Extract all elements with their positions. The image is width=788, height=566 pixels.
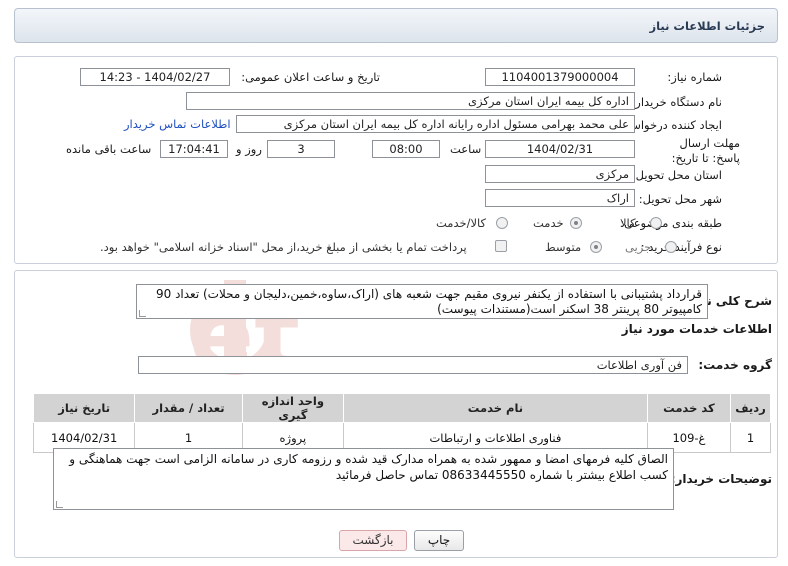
province-label: استان محل تحویل: — [631, 168, 722, 182]
category-goods-service-label: کالا/خدمت — [436, 216, 487, 230]
process-medium-label: متوسط — [545, 240, 582, 254]
need-number-field[interactable]: 1104001379000004 — [485, 68, 635, 86]
deadline-time-label: ساعت — [450, 142, 482, 156]
category-radio-goods-service[interactable] — [496, 217, 508, 229]
city-label: شهر محل تحویل: — [638, 192, 722, 206]
category-service-label: خدمت — [533, 216, 564, 230]
service-group-field[interactable]: فن آوری اطلاعات — [138, 356, 688, 374]
resize-grip-icon[interactable] — [56, 501, 63, 508]
buyer-org-label: نام دستگاه خریدار: — [631, 95, 722, 109]
col-quantity: تعداد / مقدار — [134, 393, 243, 423]
resize-grip-icon[interactable] — [139, 310, 146, 317]
back-button[interactable]: بازگشت — [339, 530, 407, 551]
announce-datetime-field[interactable]: 1404/02/27 - 14:23 — [80, 68, 230, 86]
col-need-date: تاریخ نیاز — [32, 393, 136, 423]
category-radio-goods[interactable] — [650, 217, 662, 229]
category-goods-label: کالا — [620, 216, 636, 230]
province-field[interactable]: مرکزی — [485, 165, 635, 183]
city-field[interactable]: اراک — [485, 189, 635, 207]
print-button[interactable]: چاپ — [414, 530, 464, 551]
buyer-notes-label: توضیحات خریدار: — [670, 472, 772, 486]
service-group-label: گروه خدمت: — [698, 358, 772, 372]
buyer-notes-textarea[interactable]: الصاق کلیه فرمهای امضا و ممهور شده به هم… — [53, 448, 674, 510]
deadline-date-field[interactable]: 1404/02/31 — [485, 140, 635, 158]
deadline-label: مهلت ارسال پاسخ: تا تاریخ: — [671, 136, 740, 165]
process-radio-medium[interactable] — [590, 241, 602, 253]
time-remaining-field[interactable]: 17:04:41 — [160, 140, 228, 158]
header-panel: جزئیات اطلاعات نیاز — [14, 8, 778, 43]
services-table: ردیف کد خدمت نام خدمت واحد اندازه گیری ت… — [32, 393, 772, 453]
process-radio-minor[interactable] — [665, 241, 677, 253]
requester-field[interactable]: علی محمد بهرامی مسئول اداره رایانه اداره… — [236, 115, 635, 133]
days-remaining-field[interactable]: 3 — [267, 140, 335, 158]
services-section-title: اطلاعات خدمات مورد نیاز — [621, 322, 772, 336]
deadline-time-field[interactable]: 08:00 — [372, 140, 440, 158]
announce-datetime-label: تاریخ و ساعت اعلان عمومی: — [241, 70, 380, 84]
buyer-org-field[interactable]: اداره کل بیمه ایران استان مرکزی — [186, 92, 635, 110]
col-row-number: ردیف — [729, 393, 772, 423]
treasury-payment-note: پرداخت تمام یا بخشی از مبلغ خرید،از محل … — [100, 240, 467, 254]
process-type-label: نوع فرآیند خرید : — [640, 240, 722, 254]
services-table-header: ردیف کد خدمت نام خدمت واحد اندازه گیری ت… — [32, 393, 772, 423]
buyer-contact-link[interactable]: اطلاعات تماس خریدار — [124, 117, 231, 131]
col-service-name: نام خدمت — [343, 393, 648, 423]
cell-row-number: 1 — [729, 422, 772, 453]
col-unit: واحد اندازه گیری — [241, 393, 345, 423]
page-title: جزئیات اطلاعات نیاز — [649, 19, 765, 33]
process-minor-label: جزیی — [625, 240, 652, 254]
col-service-code: کد خدمت — [646, 393, 731, 423]
need-number-label: شماره نیاز: — [667, 70, 722, 84]
buyer-notes-text: الصاق کلیه فرمهای امضا و ممهور شده به هم… — [69, 452, 668, 482]
summary-text: قرارداد پشتیبانی با استفاده از یکنفر نیر… — [155, 287, 702, 316]
summary-textarea[interactable]: قرارداد پشتیبانی با استفاده از یکنفر نیر… — [136, 284, 708, 319]
days-label: روز و — [236, 142, 262, 156]
time-remaining-label: ساعت باقی مانده — [66, 142, 152, 156]
treasury-payment-checkbox[interactable] — [495, 240, 507, 252]
category-radio-service[interactable] — [570, 217, 582, 229]
